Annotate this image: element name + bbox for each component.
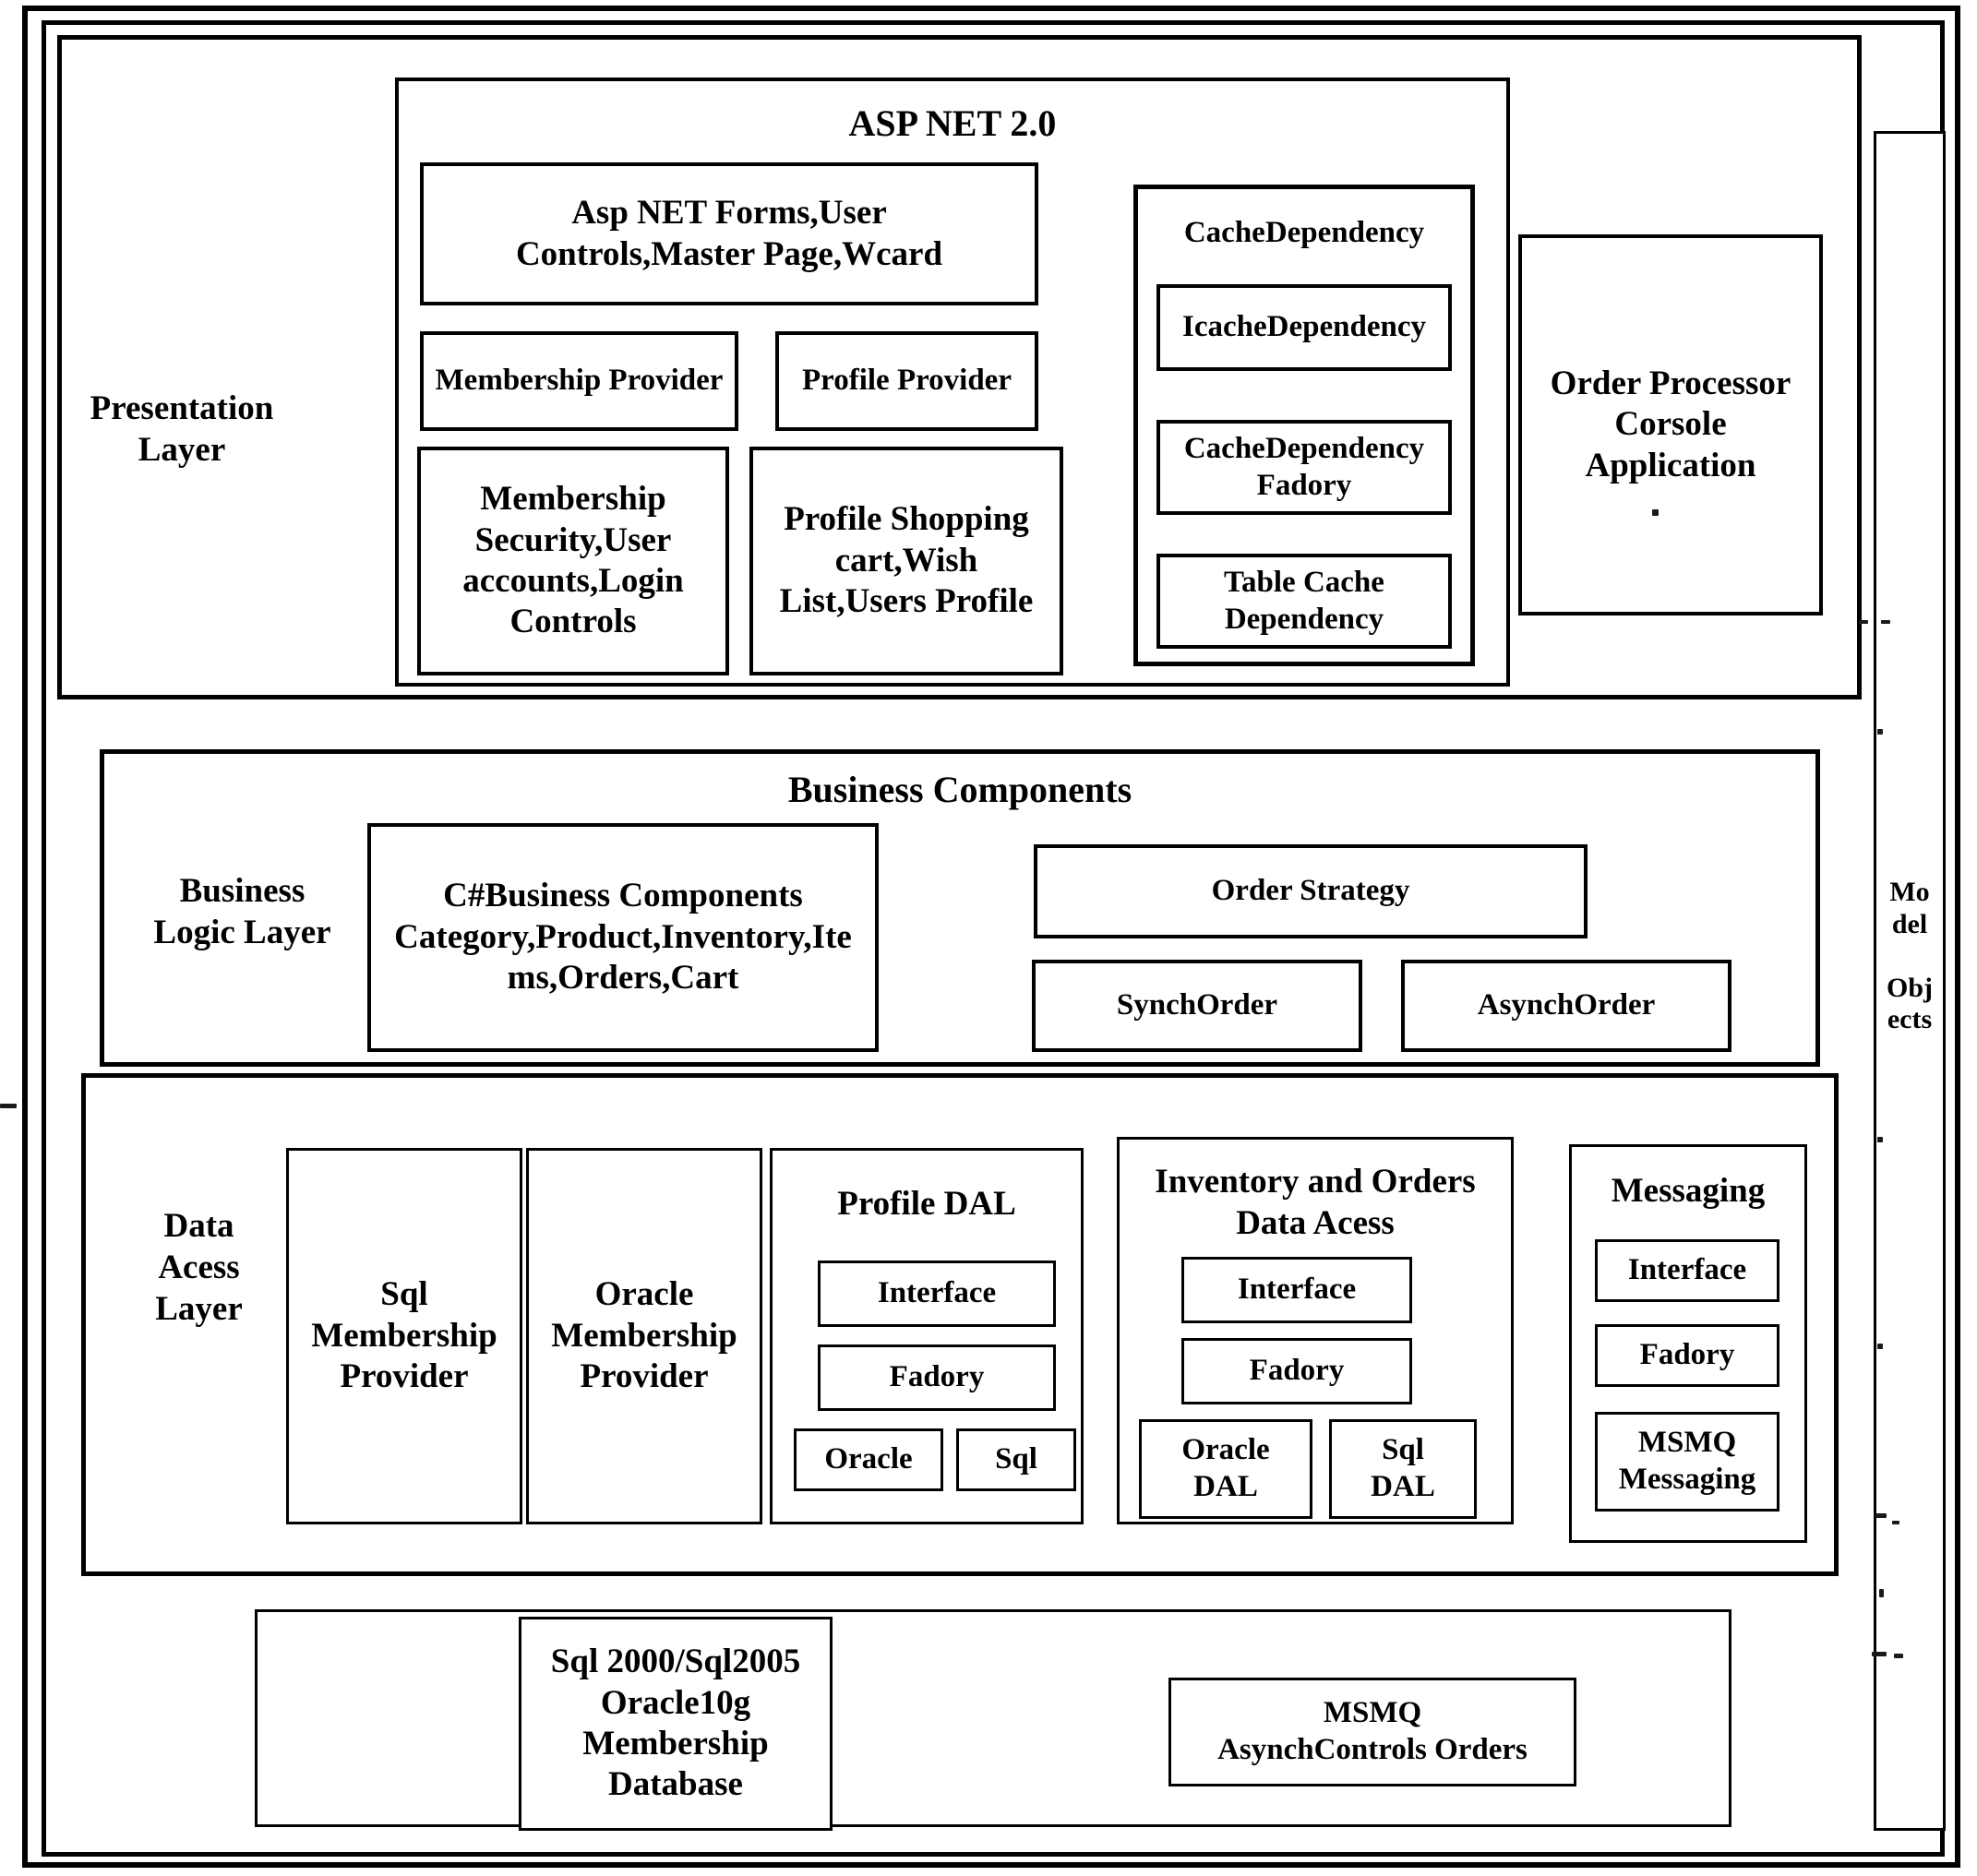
box-asynch-order: AsynchOrder	[1401, 960, 1731, 1052]
profile-dal-group-title: Profile DAL	[837, 1185, 1016, 1223]
box-cache-dependency-factory: CacheDependency Fadory	[1156, 420, 1452, 515]
box-order-strategy: Order Strategy	[1034, 844, 1588, 938]
box-order-strategy-label: Order Strategy	[1211, 874, 1410, 908]
box-msmq-asynch-orders-label: MSMQ AsynchControls Orders	[1217, 1696, 1528, 1766]
box-synch-order-label: SynchOrder	[1116, 988, 1278, 1022]
box-synch-order: SynchOrder	[1032, 960, 1362, 1052]
box-sql-oracle-membership-db-label: Sql 2000/Sql2005 Oracle10g Membership Da…	[550, 1643, 801, 1804]
aspnet-group-title: ASP NET 2.0	[848, 102, 1057, 144]
box-inventory-dal-oracle-label: Oracle DAL	[1181, 1433, 1270, 1503]
scan-speck-sb-1	[1859, 620, 1868, 624]
box-messaging-interface-label: Interface	[1627, 1253, 1747, 1287]
box-membership-security: Membership Security,User accounts,Login …	[417, 447, 729, 675]
scan-speck-sb-6	[1875, 1513, 1887, 1518]
box-messaging-factory-label: Fadory	[1639, 1338, 1735, 1372]
box-membership-provider-label: Membership Provider	[435, 364, 724, 398]
box-icache-dependency-label: IcacheDependency	[1182, 310, 1426, 344]
box-inventory-dal-interface: Interface	[1181, 1257, 1412, 1323]
messaging-group-title: Messaging	[1611, 1172, 1766, 1210]
box-inventory-dal-sql: Sql DAL	[1329, 1419, 1477, 1519]
scan-speck-sb-10	[1894, 1654, 1903, 1658]
model-objects-label: Mo del Obj ects	[1886, 877, 1933, 1034]
scan-speck	[1652, 509, 1659, 516]
scan-speck-sb-9	[1872, 1652, 1887, 1656]
scan-speck-sb-2	[1881, 620, 1890, 624]
inventory-orders-dal-group-title: Inventory and Orders Data Acess	[1155, 1163, 1476, 1243]
data-access-layer-label: Data Acess Layer	[155, 1207, 243, 1329]
box-table-cache-dependency-label: Table Cache Dependency	[1224, 565, 1384, 636]
box-messaging-interface: Interface	[1595, 1239, 1779, 1302]
box-msmq-asynch-orders: MSMQ AsynchControls Orders	[1168, 1678, 1576, 1786]
scan-speck-sb-7	[1892, 1521, 1899, 1524]
box-membership-security-label: Membership Security,User accounts,Login …	[462, 480, 684, 641]
presentation-layer-label: Presentation Layer	[90, 389, 274, 470]
box-csharp-business-components: C#Business Components Category,Product,I…	[367, 823, 879, 1052]
box-cache-dependency-factory-label: CacheDependency Fadory	[1183, 431, 1425, 502]
box-table-cache-dependency: Table Cache Dependency	[1156, 554, 1452, 649]
box-aspnet-forms-label: Asp NET Forms,User Controls,Master Page,…	[515, 194, 943, 273]
box-profile-dal-factory-label: Fadory	[889, 1360, 985, 1394]
box-profile-dal-interface-label: Interface	[877, 1276, 997, 1310]
box-profile-provider-label: Profile Provider	[802, 364, 1012, 398]
box-csharp-business-components-label: C#Business Components Category,Product,I…	[394, 877, 852, 998]
box-profile-dal-factory: Fadory	[818, 1344, 1056, 1411]
business-logic-layer-label: Business Logic Layer	[153, 872, 331, 952]
architecture-diagram: Presentation Layer ASP NET 2.0 Asp NET F…	[0, 0, 1977, 1876]
box-profile-dal-oracle: Oracle	[794, 1428, 943, 1491]
scan-speck-left-dash	[0, 1104, 17, 1108]
box-profile-dal-sql: Sql	[956, 1428, 1076, 1491]
box-inventory-dal-factory-label: Fadory	[1249, 1354, 1345, 1388]
box-inventory-dal-oracle: Oracle DAL	[1139, 1419, 1312, 1519]
business-components-title: Business Components	[787, 769, 1132, 810]
box-sql-membership-provider: Sql Membership Provider	[286, 1148, 522, 1524]
box-inventory-dal-sql-label: Sql DAL	[1371, 1433, 1435, 1503]
box-msmq-messaging: MSMQ Messaging	[1595, 1412, 1779, 1512]
box-profile-dal-oracle-label: Oracle	[824, 1442, 913, 1476]
box-sql-oracle-membership-db: Sql 2000/Sql2005 Oracle10g Membership Da…	[519, 1617, 833, 1831]
box-oracle-membership-provider-label: Oracle Membership Provider	[551, 1275, 737, 1396]
box-inventory-dal-interface-label: Interface	[1237, 1273, 1357, 1307]
box-sql-membership-provider-label: Sql Membership Provider	[311, 1275, 497, 1396]
scan-speck-sb-8	[1879, 1589, 1884, 1597]
box-profile-dal-sql-label: Sql	[995, 1442, 1037, 1476]
box-membership-provider: Membership Provider	[420, 331, 738, 431]
cache-dependency-group-title: CacheDependency	[1183, 216, 1425, 249]
box-messaging-factory: Fadory	[1595, 1324, 1779, 1387]
scan-speck-sb-3	[1877, 729, 1883, 735]
box-profile-shopping-label: Profile Shopping cart,Wish List,Users Pr…	[779, 500, 1034, 621]
box-profile-provider: Profile Provider	[775, 331, 1038, 431]
box-oracle-membership-provider: Oracle Membership Provider	[526, 1148, 762, 1524]
scan-speck-sb-5	[1877, 1344, 1883, 1349]
box-profile-dal-interface: Interface	[818, 1261, 1056, 1327]
box-profile-shopping: Profile Shopping cart,Wish List,Users Pr…	[749, 447, 1063, 675]
scan-speck-sb-4	[1877, 1137, 1883, 1142]
box-order-processor-label: Order Processor Corsole Application	[1550, 364, 1791, 484]
box-order-processor: Order Processor Corsole Application	[1518, 234, 1823, 615]
box-icache-dependency: IcacheDependency	[1156, 284, 1452, 371]
box-msmq-messaging-label: MSMQ Messaging	[1618, 1426, 1756, 1496]
box-aspnet-forms: Asp NET Forms,User Controls,Master Page,…	[420, 162, 1038, 305]
box-asynch-order-label: AsynchOrder	[1477, 988, 1656, 1022]
box-inventory-dal-factory: Fadory	[1181, 1338, 1412, 1404]
